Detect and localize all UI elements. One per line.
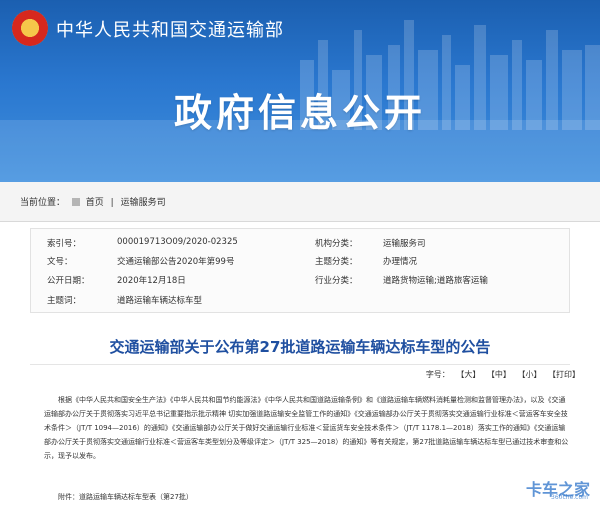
topic-value: 办理情况 <box>383 257 418 267</box>
org-value: 运输服务司 <box>383 239 426 249</box>
org-label: 机构分类： <box>315 239 358 249</box>
doc-number-label: 文号： <box>47 257 73 267</box>
industry-label: 行业分类： <box>315 276 358 286</box>
breadcrumb-separator: | <box>110 198 114 208</box>
subject-value: 道路运输车辆达标车型 <box>117 296 203 306</box>
breadcrumb-label: 当前位置： <box>20 198 66 208</box>
print-button[interactable]: 【打印】 <box>548 370 580 379</box>
font-small-button[interactable]: 【小】 <box>517 370 541 379</box>
breadcrumb-home-link[interactable]: 首页 <box>86 198 104 208</box>
document-metadata-table: 索引号： 000019713O09/2020-02325 机构分类： 运输服务司… <box>30 228 570 313</box>
font-large-button[interactable]: 【大】 <box>456 370 480 379</box>
breadcrumb: 当前位置： 首页 | 运输服务司 <box>0 182 600 222</box>
title-divider <box>30 364 570 365</box>
breadcrumb-current-link[interactable]: 运输服务司 <box>121 198 166 208</box>
page-title: 政府信息公开 <box>173 91 426 135</box>
index-value: 000019713O09/2020-02325 <box>117 237 238 247</box>
font-size-controls: 字号： 【大】 【中】 【小】 【打印】 <box>422 369 580 380</box>
article-title: 交通运输部关于公布第27批道路运输车辆达标车型的公告 <box>109 338 491 356</box>
industry-value: 道路货物运输;道路旅客运输 <box>383 276 488 286</box>
article-body: 根据《中华人民共和国安全生产法》《中华人民共和国节约能源法》《中华人民共和国道路… <box>44 396 569 460</box>
watermark-site: 360che.com <box>551 494 588 501</box>
topic-label: 主题分类： <box>315 257 358 267</box>
attachment-link[interactable]: 附件：道路运输车辆达标车型表（第27批） <box>58 492 193 502</box>
subject-label: 主题词： <box>47 296 82 306</box>
header-banner: 中华人民共和国交通运输部 政府信息公开 <box>0 0 600 182</box>
ministry-name: 中华人民共和国交通运输部 <box>56 20 284 41</box>
font-medium-button[interactable]: 【中】 <box>487 370 511 379</box>
font-size-label: 字号： <box>425 370 450 379</box>
index-label: 索引号： <box>47 239 82 249</box>
publish-date-value: 2020年12月18日 <box>117 276 186 286</box>
national-emblem-icon <box>12 10 48 46</box>
doc-number-value: 交通运输部公告2020年第99号 <box>117 257 235 267</box>
home-icon <box>71 198 80 206</box>
publish-date-label: 公开日期： <box>47 276 90 286</box>
